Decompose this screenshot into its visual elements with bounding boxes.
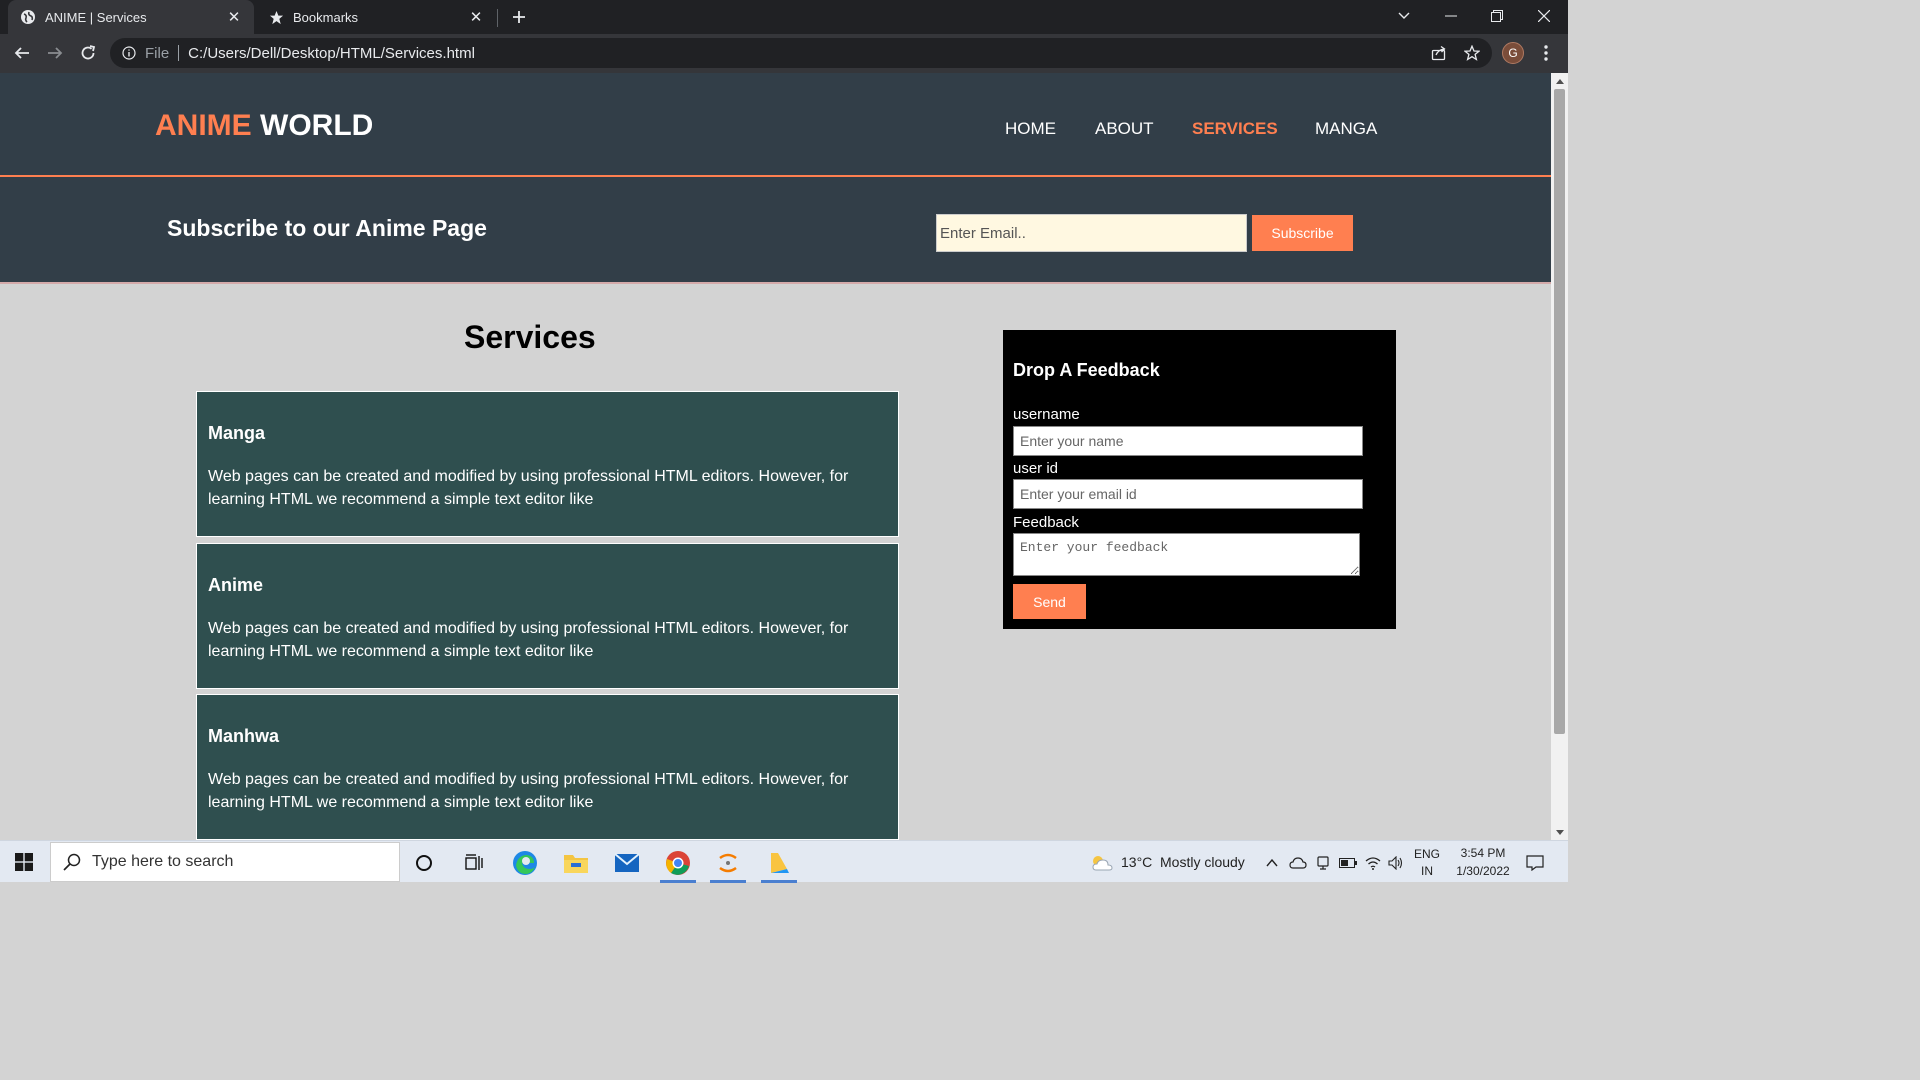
subscribe-title: Subscribe to our Anime Page	[167, 215, 487, 241]
clock-time[interactable]: 3:54 PM	[1448, 846, 1518, 860]
tab-anime-services[interactable]: ANIME | Services ✕	[8, 0, 254, 34]
share-icon[interactable]	[1426, 40, 1452, 66]
feedback-title: Drop A Feedback	[1013, 360, 1160, 380]
kebab-menu-icon[interactable]	[1533, 40, 1559, 66]
input-language[interactable]: ENG	[1414, 847, 1440, 861]
address-bar[interactable]: File C:/Users/Dell/Desktop/HTML/Services…	[110, 38, 1492, 68]
windows-start-icon[interactable]	[0, 841, 48, 883]
username-label: username	[1013, 406, 1080, 423]
folder-app-icon[interactable]	[759, 846, 799, 883]
taskbar-search-box[interactable]: Type here to search	[50, 842, 400, 882]
service-card-text: Web pages can be created and modified by…	[208, 468, 849, 508]
forward-arrow-icon[interactable]	[42, 40, 68, 66]
search-placeholder: Type here to search	[92, 853, 234, 870]
clock-date[interactable]: 1/30/2022	[1448, 864, 1518, 878]
back-arrow-icon[interactable]	[9, 40, 35, 66]
mail-icon[interactable]	[607, 846, 647, 880]
browser-toolbar: File C:/Users/Dell/Desktop/HTML/Services…	[0, 34, 1568, 73]
weather-condition[interactable]: Mostly cloudy	[1160, 854, 1245, 870]
globe-icon	[20, 9, 36, 25]
minimize-icon[interactable]	[1428, 0, 1474, 32]
feedback-textarea[interactable]	[1013, 533, 1360, 576]
weather-cloud-icon[interactable]	[1082, 846, 1122, 880]
scroll-down-icon[interactable]	[1551, 825, 1568, 839]
weather-temp[interactable]: 13°C	[1121, 854, 1152, 870]
profile-avatar[interactable]: G	[1502, 42, 1524, 64]
new-tab-button[interactable]	[507, 5, 531, 29]
username-input[interactable]	[1013, 426, 1363, 456]
windows-taskbar: Type here to search 13°C Mostly cloudy E…	[0, 840, 1568, 883]
browser-tab-strip: ANIME | Services ✕ Bookmarks ✕	[0, 0, 1568, 34]
subscribe-email-input[interactable]	[936, 214, 1247, 252]
close-icon[interactable]: ✕	[224, 7, 244, 27]
info-icon[interactable]	[121, 45, 137, 61]
tab-bookmarks[interactable]: Bookmarks ✕	[256, 0, 496, 34]
tab-separator	[497, 9, 498, 27]
reload-icon[interactable]	[75, 40, 101, 66]
page-viewport: ANIME WORLD HOME ABOUT SERVICES MANGA Su…	[0, 73, 1551, 840]
edge-browser-icon[interactable]	[505, 846, 545, 880]
nav-home[interactable]: HOME	[1005, 119, 1056, 139]
service-card-title: Manga	[208, 423, 266, 443]
logo-part-world: WORLD	[260, 109, 374, 142]
url-scheme: File	[145, 44, 170, 62]
url-text[interactable]: C:/Users/Dell/Desktop/HTML/Services.html	[188, 45, 475, 62]
service-card-title: Manhwa	[208, 726, 280, 746]
notification-icon[interactable]	[1515, 846, 1555, 880]
task-view-icon[interactable]	[454, 846, 494, 880]
service-card-text: Web pages can be created and modified by…	[208, 771, 849, 811]
bookmark-star-icon[interactable]	[1459, 40, 1485, 66]
divider	[178, 45, 180, 61]
site-header: ANIME WORLD HOME ABOUT SERVICES MANGA	[0, 73, 1551, 177]
send-button[interactable]: Send	[1013, 584, 1086, 619]
subscribe-button[interactable]: Subscribe	[1252, 215, 1353, 251]
feedback-panel: Drop A Feedback username user id Feedbac…	[1003, 330, 1396, 629]
userid-input[interactable]	[1013, 479, 1363, 509]
userid-label: user id	[1013, 460, 1059, 477]
site-logo[interactable]: ANIME WORLD	[155, 109, 373, 143]
page-scrollbar[interactable]	[1551, 73, 1568, 840]
service-card-text: Web pages can be created and modified by…	[208, 620, 849, 660]
ide-app-icon[interactable]	[708, 846, 748, 883]
star-icon	[268, 9, 284, 25]
service-card-manhwa: Manhwa Web pages can be created and modi…	[196, 694, 899, 840]
volume-icon[interactable]	[1381, 846, 1411, 880]
nav-manga[interactable]: MANGA	[1315, 119, 1377, 139]
nav-services[interactable]: SERVICES	[1192, 119, 1278, 139]
tab-search-chevron-icon[interactable]	[1381, 0, 1427, 32]
tab-title: Bookmarks	[293, 9, 359, 25]
close-window-icon[interactable]	[1521, 0, 1567, 32]
service-card-title: Anime	[208, 575, 264, 595]
subscribe-section: Subscribe to our Anime Page Subscribe	[0, 177, 1551, 284]
restore-icon[interactable]	[1474, 0, 1520, 32]
cortana-icon[interactable]	[404, 846, 444, 880]
feedback-label: Feedback	[1013, 514, 1079, 531]
logo-part-anime: ANIME	[155, 109, 252, 142]
close-icon[interactable]: ✕	[466, 7, 486, 27]
scrollbar-thumb[interactable]	[1554, 89, 1565, 734]
scroll-up-icon[interactable]	[1551, 74, 1568, 88]
services-heading: Services	[464, 319, 596, 355]
chrome-icon[interactable]	[658, 846, 698, 883]
tab-title: ANIME | Services	[45, 9, 147, 25]
service-card-anime: Anime Web pages can be created and modif…	[196, 543, 899, 689]
service-card-manga: Manga Web pages can be created and modif…	[196, 391, 899, 537]
nav-about[interactable]: ABOUT	[1095, 119, 1154, 139]
input-region[interactable]: IN	[1414, 864, 1440, 878]
search-icon	[62, 852, 82, 872]
file-explorer-icon[interactable]	[556, 846, 596, 880]
